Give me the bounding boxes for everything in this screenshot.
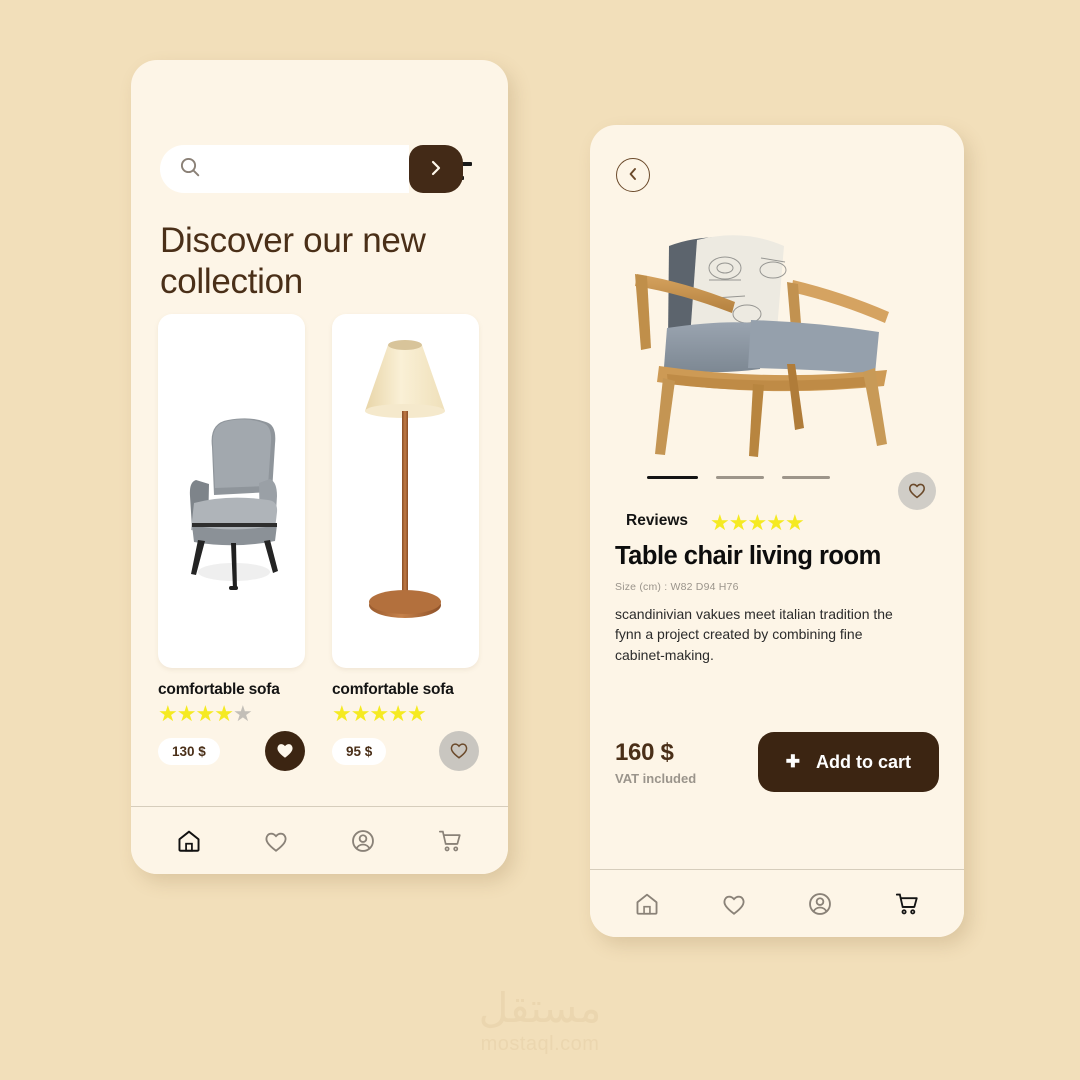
price-block: 160 $ VAT included [615, 739, 696, 786]
reviews-row: Reviews ★★★★★ [626, 508, 805, 535]
profile-icon [350, 829, 376, 857]
product-image-floor-lamp[interactable] [332, 314, 479, 668]
heart-icon [263, 832, 289, 856]
product-card[interactable]: comfortable sofa ★★★★★ 130 $ [158, 314, 305, 771]
watermark-arabic: مستقل [478, 983, 602, 1032]
back-button[interactable] [616, 158, 650, 192]
product-title: comfortable sofa [158, 681, 280, 698]
search-submit-button[interactable] [409, 145, 463, 193]
favorite-button[interactable] [439, 731, 479, 771]
heart-icon [907, 481, 927, 502]
product-description: scandinivian vakues meet italian traditi… [615, 606, 893, 663]
heart-icon [449, 741, 469, 762]
cart-icon [894, 893, 920, 920]
favorite-button[interactable] [898, 472, 936, 510]
nav-favorites[interactable] [715, 886, 753, 922]
add-to-cart-button[interactable]: ✚ Add to cart [757, 732, 939, 792]
page-title: Discover our new collection [160, 221, 426, 302]
product-card-footer: 130 $ [158, 731, 305, 771]
vat-note: VAT included [615, 770, 697, 786]
product-dimensions: Size (cm) : W82 D94 H76 [615, 581, 739, 593]
nav-cart[interactable] [888, 885, 926, 923]
product-detail-title: Table chair living room [615, 542, 881, 570]
home-icon [176, 830, 202, 857]
reviews-label: Reviews [626, 512, 689, 529]
favorite-button[interactable] [265, 731, 305, 771]
add-to-cart-label: Add to cart [815, 751, 911, 772]
nav-home[interactable] [170, 822, 208, 860]
product-price: 95 $ [332, 737, 387, 765]
phone-detail: Reviews ★★★★★ Table chair living room Si… [590, 125, 964, 937]
heart-icon [275, 741, 295, 762]
chevron-left-icon [626, 166, 640, 185]
nav-home[interactable] [628, 885, 666, 923]
carousel-dot[interactable] [782, 476, 830, 479]
search-field-wrap[interactable] [160, 145, 409, 193]
cart-icon [437, 830, 463, 857]
home-screen: Discover our new collection comfortable … [131, 60, 508, 806]
product-rating: ★★★★★ [158, 701, 253, 726]
product-rating: ★★★★★ [332, 701, 427, 726]
nav-profile[interactable] [344, 822, 382, 860]
search-icon [178, 155, 202, 184]
bottom-nav-home [131, 806, 508, 874]
carousel-dot-active[interactable] [647, 476, 698, 479]
carousel-dot[interactable] [716, 476, 764, 479]
detail-price: 160 $ [615, 738, 674, 766]
plus-icon: ✚ [785, 752, 800, 771]
home-icon [634, 893, 660, 920]
product-grid: comfortable sofa ★★★★★ 130 $ comfortable… [158, 314, 479, 771]
nav-cart[interactable] [431, 822, 469, 860]
detail-rating: ★★★★★ [710, 510, 805, 535]
detail-screen: Reviews ★★★★★ Table chair living room Si… [590, 125, 964, 869]
product-title: comfortable sofa [332, 681, 454, 698]
product-image-grey-armchair[interactable] [158, 314, 305, 668]
hero-image-wooden-armchair[interactable] [590, 215, 964, 470]
nav-profile[interactable] [801, 885, 839, 923]
purchase-row: 160 $ VAT included ✚ Add to cart [615, 732, 939, 792]
watermark-latin: mostaql.com [480, 1033, 600, 1055]
heart-icon [721, 895, 747, 919]
search-bar [160, 145, 463, 193]
search-input[interactable] [202, 160, 409, 178]
nav-favorites[interactable] [257, 823, 295, 859]
watermark: مستقل mostaql.com [0, 983, 1080, 1056]
phone-home: Discover our new collection comfortable … [131, 60, 508, 874]
product-price: 130 $ [158, 737, 220, 765]
product-card-footer: 95 $ [332, 731, 479, 771]
bottom-nav-detail [590, 869, 964, 937]
product-card[interactable]: comfortable sofa ★★★★★ 95 $ [332, 314, 479, 771]
carousel-indicator[interactable] [647, 476, 830, 479]
profile-icon [807, 892, 833, 920]
chevron-right-icon [428, 157, 444, 182]
